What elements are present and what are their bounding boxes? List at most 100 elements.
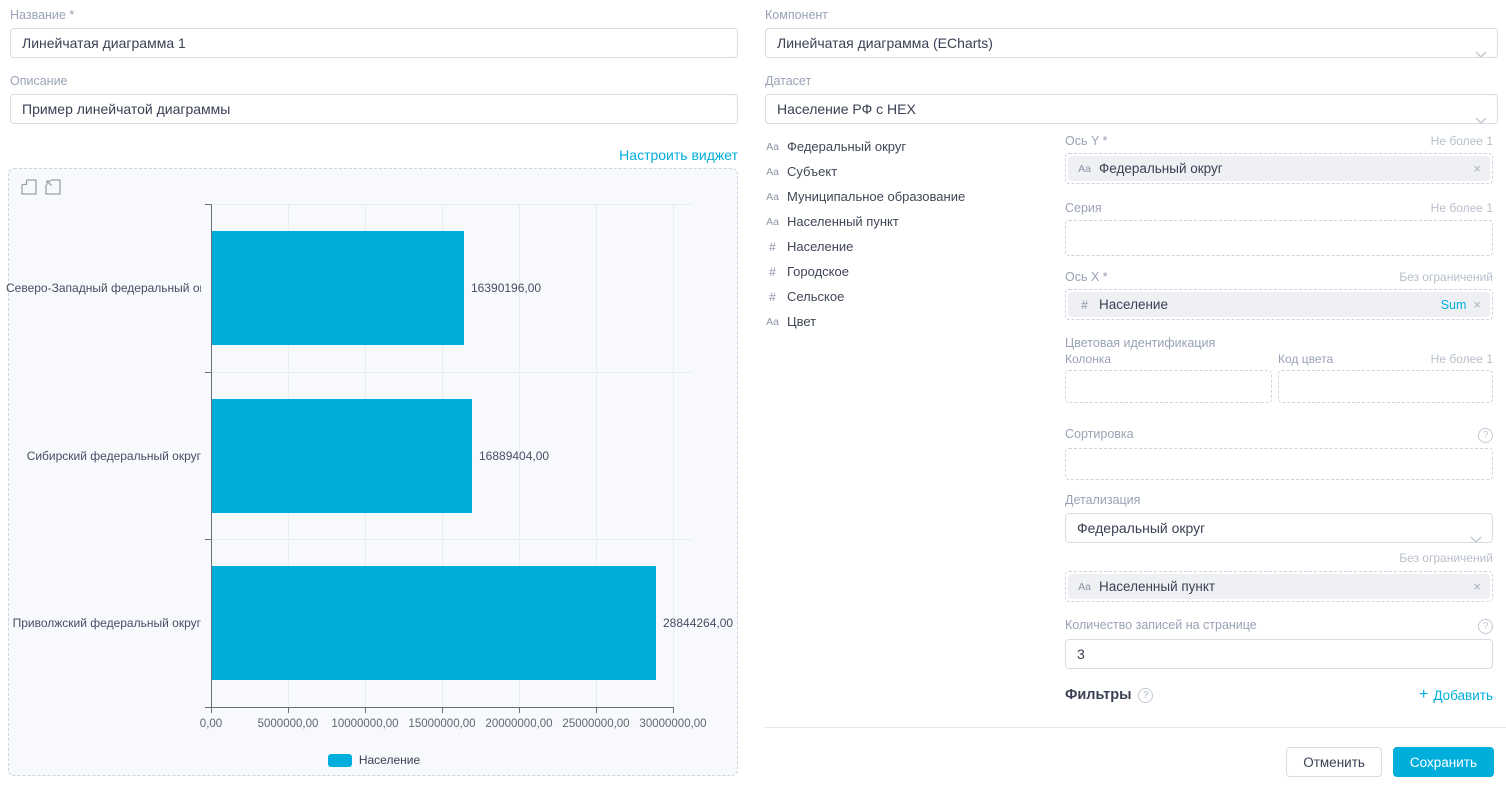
chevron-down-icon — [1470, 525, 1482, 543]
zoom-select-icon[interactable] — [21, 179, 37, 200]
axis-x-chip[interactable]: # Население Sum × — [1068, 292, 1490, 317]
detail-select-value: Федеральный округ — [1077, 520, 1205, 536]
number-type-icon: # — [765, 240, 780, 254]
dataset-field-name: Федеральный округ — [787, 139, 906, 154]
dataset-label: Датасет — [765, 74, 1498, 88]
axis-y-dropzone[interactable]: Aa Федеральный округ × — [1065, 153, 1493, 184]
text-type-icon: Aa — [765, 216, 780, 228]
name-input[interactable] — [10, 28, 738, 58]
legend-swatch — [328, 754, 352, 767]
detail-dropzone[interactable]: Aa Населенный пункт × — [1065, 571, 1493, 602]
gridline — [211, 372, 693, 373]
component-select-value: Линейчатая диаграмма (ECharts) — [777, 35, 993, 51]
aggregation-tag[interactable]: Sum — [1441, 298, 1467, 312]
remove-chip-icon[interactable]: × — [1473, 162, 1481, 175]
x-tick-label: 30000000,00 — [613, 717, 733, 731]
axis-y-label: Ось Y * — [1065, 134, 1107, 148]
add-filter-button[interactable]: + Добавить — [1419, 687, 1493, 703]
number-type-icon: # — [765, 265, 780, 279]
x-axis-tick — [288, 707, 289, 713]
series-hint: Не более 1 — [1431, 201, 1493, 215]
dataset-field-item[interactable]: Aa Субъект — [765, 159, 1055, 184]
configure-widget-link[interactable]: Настроить виджет — [619, 147, 738, 163]
bar-value-label: 16889404,00 — [479, 448, 549, 464]
category-label: Северо-Западный федеральный ок... — [6, 280, 201, 296]
category-label: Приволжский федеральный округ — [6, 615, 201, 631]
dataset-select-value: Население РФ с HEX — [777, 101, 916, 117]
gridline — [673, 204, 674, 707]
chart-canvas: 16390196,00 Северо-Западный федеральный о… — [9, 169, 739, 777]
page-size-input[interactable] — [1065, 639, 1493, 669]
cancel-button[interactable]: Отменить — [1286, 747, 1382, 777]
series-dropzone[interactable] — [1065, 220, 1493, 256]
dataset-field-item[interactable]: Aa Населенный пункт — [765, 209, 1055, 234]
chart-preview-panel: 16390196,00 Северо-Западный федеральный о… — [8, 168, 738, 776]
bar-value-label: 16390196,00 — [471, 280, 541, 296]
category-label: Сибирский федеральный округ — [6, 448, 201, 464]
remove-chip-icon[interactable]: × — [1473, 298, 1481, 311]
detail-chip[interactable]: Aa Населенный пункт × — [1068, 574, 1490, 599]
text-type-icon: Aa — [765, 191, 780, 203]
gridline — [211, 204, 693, 205]
axis-y-chip[interactable]: Aa Федеральный округ × — [1068, 156, 1490, 181]
component-select[interactable]: Линейчатая диаграмма (ECharts) — [765, 28, 1498, 58]
footer-divider — [765, 727, 1506, 728]
footer-buttons: Отменить Сохранить — [765, 747, 1494, 777]
text-type-icon: Aa — [1077, 163, 1092, 175]
chart-legend: Население — [9, 753, 739, 767]
dataset-field-item[interactable]: # Сельское — [765, 284, 1055, 309]
dataset-field-item[interactable]: # Городское — [765, 259, 1055, 284]
plus-icon: + — [1419, 687, 1428, 703]
chart-bar[interactable] — [212, 399, 472, 513]
help-icon[interactable]: ? — [1138, 688, 1153, 703]
dataset-field-item[interactable]: AaМуниципальное образование — [765, 184, 1055, 209]
color-ident-hint: Не более 1 — [1431, 352, 1493, 366]
dataset-field-name: Субъект — [787, 164, 837, 179]
dataset-field-item[interactable]: # Население — [765, 234, 1055, 259]
help-icon[interactable]: ? — [1478, 619, 1493, 634]
sorting-dropzone[interactable] — [1065, 448, 1493, 480]
zoom-restore-icon[interactable] — [45, 179, 61, 200]
description-input[interactable] — [10, 94, 738, 124]
y-axis-tick — [205, 204, 211, 205]
dataset-field-name: Население — [787, 239, 853, 254]
text-type-icon: Aa — [765, 316, 780, 328]
axis-y-hint: Не более 1 — [1431, 134, 1493, 148]
dataset-field-name: Населенный пункт — [787, 214, 899, 229]
remove-chip-icon[interactable]: × — [1473, 580, 1481, 593]
legend-label: Население — [359, 753, 420, 767]
y-axis-tick — [205, 372, 211, 373]
text-type-icon: Aa — [765, 166, 780, 178]
x-axis-tick — [365, 707, 366, 713]
detail-select[interactable]: Федеральный округ — [1065, 513, 1493, 543]
description-label: Описание — [10, 74, 738, 88]
chart-bar[interactable] — [212, 231, 464, 345]
filters-label: Фильтры — [1065, 687, 1131, 703]
text-type-icon: Aa — [1077, 581, 1092, 593]
chart-bar[interactable] — [212, 566, 656, 680]
dataset-field-name: Цвет — [787, 314, 816, 329]
axis-y-chip-label: Федеральный округ — [1099, 161, 1223, 176]
chevron-down-icon — [1475, 40, 1487, 58]
color-code-dropzone[interactable] — [1278, 370, 1493, 403]
legend-item[interactable]: Население — [328, 753, 420, 767]
chevron-down-icon — [1475, 106, 1487, 124]
save-button[interactable]: Сохранить — [1393, 747, 1494, 777]
number-type-icon: # — [765, 290, 780, 304]
help-icon[interactable]: ? — [1478, 428, 1493, 443]
axis-x-dropzone[interactable]: # Население Sum × — [1065, 289, 1493, 320]
x-axis-tick — [442, 707, 443, 713]
text-type-icon: Aa — [765, 141, 780, 153]
sorting-label: Сортировка — [1065, 427, 1134, 441]
name-label: Название * — [10, 8, 738, 22]
dataset-select[interactable]: Население РФ с HEX — [765, 94, 1498, 124]
x-axis-tick — [211, 707, 212, 713]
dataset-field-name: Сельское — [787, 289, 844, 304]
color-ident-code-label: Код цвета — [1278, 352, 1333, 366]
detail-label: Детализация — [1065, 493, 1493, 507]
dataset-field-item[interactable]: Aa Федеральный округ — [765, 134, 1055, 159]
dataset-field-name: Городское — [787, 264, 849, 279]
color-column-dropzone[interactable] — [1065, 370, 1272, 403]
gridline — [211, 539, 693, 540]
dataset-field-item[interactable]: Aa Цвет — [765, 309, 1055, 334]
